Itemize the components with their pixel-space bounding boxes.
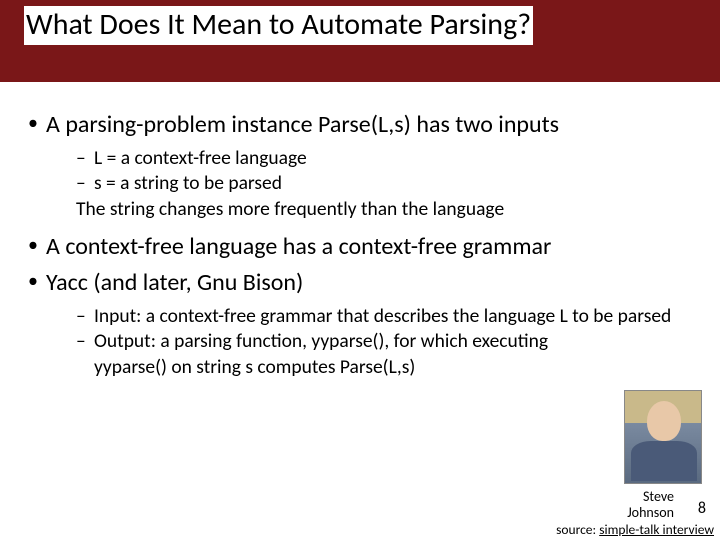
sub-note: The string changes more frequently than … — [76, 197, 700, 222]
person-photo — [624, 390, 702, 484]
bullet-text: Input: a context-free grammar that descr… — [94, 304, 671, 328]
sub-bullet-group: L = a context-free language s = a string… — [28, 146, 700, 222]
bullet-level1: A context-free language has a context-fr… — [28, 232, 700, 262]
bullet-text: s = a string to be parsed — [94, 171, 282, 195]
bullet-text: A context-free language has a context-fr… — [46, 232, 551, 261]
bullet-text: L = a context-free language — [94, 146, 307, 170]
source-attribution: source: simple-talk interview — [556, 521, 714, 538]
sub-bullet-group: Input: a context-free grammar that descr… — [28, 304, 700, 380]
bullet-text: Output: a parsing function, yyparse(), f… — [94, 329, 548, 378]
bullet-level2: Output: a parsing function, yyparse(), f… — [76, 329, 700, 380]
caption-line: Johnson — [627, 504, 674, 521]
source-prefix: source: — [556, 521, 599, 538]
page-number: 8 — [698, 499, 706, 518]
photo-caption: Steve Johnson — [627, 489, 674, 520]
bullet-text: A parsing-problem instance Parse(L,s) ha… — [46, 110, 559, 139]
bullet-level2: s = a string to be parsed — [76, 171, 700, 196]
bullet-level1: Yacc (and later, Gnu Bison) — [28, 268, 700, 298]
bullet-level2: Input: a context-free grammar that descr… — [76, 304, 700, 329]
slide-body: A parsing-problem instance Parse(L,s) ha… — [0, 82, 720, 380]
bullet-level2: L = a context-free language — [76, 146, 700, 171]
bullet-text: Yacc (and later, Gnu Bison) — [46, 268, 303, 297]
source-link[interactable]: simple-talk interview — [599, 521, 714, 538]
bullet-level1: A parsing-problem instance Parse(L,s) ha… — [28, 110, 700, 140]
slide-title: What Does It Mean to Automate Parsing? — [24, 6, 533, 45]
title-bar: What Does It Mean to Automate Parsing? — [0, 0, 720, 82]
